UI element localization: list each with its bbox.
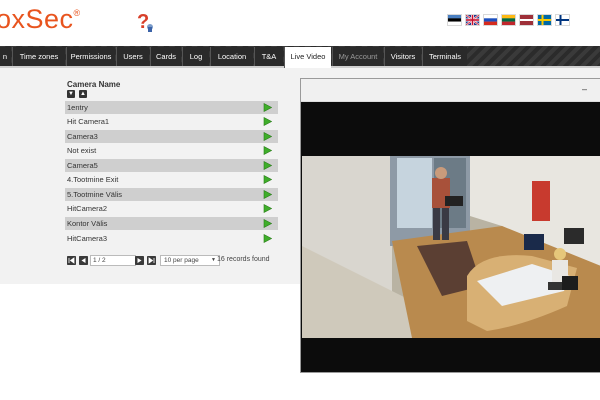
swedish-flag[interactable] — [538, 15, 551, 25]
camera-name: Camera5 — [67, 161, 98, 170]
tab-permissions[interactable]: Permissions — [66, 47, 115, 66]
per-page-select[interactable]: 10 per page ▼ — [160, 255, 220, 266]
language-selector — [448, 15, 569, 25]
tab-location[interactable]: Location — [210, 47, 253, 66]
finnish-flag[interactable] — [556, 15, 569, 25]
tab-cards[interactable]: Cards — [150, 47, 181, 66]
camera-row: HitCamera3 — [65, 232, 278, 245]
camera-row: Kontor Välis — [65, 217, 278, 230]
tab-time-zones[interactable]: Time zones — [12, 47, 65, 66]
camera-row: 1entry — [65, 101, 278, 114]
play-icon[interactable] — [263, 190, 272, 199]
svg-text:?: ? — [137, 11, 149, 32]
play-icon[interactable] — [263, 234, 272, 243]
first-page-icon[interactable] — [67, 256, 76, 265]
play-icon[interactable] — [263, 146, 272, 155]
minimize-button[interactable]: – — [582, 84, 587, 94]
camera-name: 1entry — [67, 103, 88, 112]
camera-name-header: Camera Name — [67, 80, 121, 89]
camera-row: Hit Camera1 — [65, 115, 278, 128]
camera-row: HitCamera2 — [65, 202, 278, 215]
play-icon[interactable] — [263, 132, 272, 141]
latvian-flag[interactable] — [520, 15, 533, 25]
per-page-value: 10 per page — [164, 257, 199, 264]
camera-name: Kontor Välis — [67, 219, 108, 228]
tab-live-video[interactable]: Live Video — [284, 47, 331, 68]
play-icon[interactable] — [263, 161, 272, 170]
tab-terminals[interactable]: Terminals — [422, 47, 467, 66]
camera-name: 5.Tootmine Välis — [67, 190, 123, 199]
prev-page-icon[interactable] — [79, 256, 88, 265]
camera-name: HitCamera2 — [67, 204, 108, 213]
live-video-window: – — [300, 78, 600, 373]
main-nav: n Time zones Permissions Users Cards Log… — [0, 46, 600, 68]
camera-name: HitCamera3 — [67, 234, 108, 243]
estonian-flag[interactable] — [448, 15, 461, 25]
video-window-titlebar[interactable]: – — [301, 79, 600, 102]
camera-row: Camera5 — [65, 159, 278, 172]
camera-name: Camera3 — [67, 132, 98, 141]
tab-partial[interactable]: n — [0, 47, 11, 66]
play-icon[interactable] — [263, 117, 272, 126]
camera-row: Camera3 — [65, 130, 278, 143]
play-icon[interactable] — [263, 175, 272, 184]
sort-down-icon[interactable]: ▼ — [67, 90, 75, 98]
brand-logo: oxSec® — [0, 4, 81, 34]
play-icon[interactable] — [263, 204, 272, 213]
lithuanian-flag[interactable] — [502, 15, 515, 25]
play-icon[interactable] — [263, 103, 272, 112]
tab-users[interactable]: Users — [116, 47, 149, 66]
tab-my-account[interactable]: My Account — [332, 47, 383, 66]
play-icon[interactable] — [263, 219, 272, 228]
camera-name: 4.Tootmine Exit — [67, 175, 119, 184]
page-input[interactable]: 1 / 2 — [90, 255, 136, 266]
russian-flag[interactable] — [484, 15, 497, 25]
camera-row: 5.Tootmine Välis — [65, 188, 278, 201]
tab-visitors[interactable]: Visitors — [384, 47, 421, 66]
tab-ta[interactable]: T&A — [254, 47, 283, 66]
camera-name: Hit Camera1 — [67, 117, 110, 126]
records-count: 16 records found — [217, 256, 270, 263]
tab-log[interactable]: Log — [182, 47, 209, 66]
camera-row: Not exist — [65, 144, 278, 157]
sort-up-icon[interactable]: ▲ — [79, 90, 87, 98]
uk-flag[interactable] — [466, 15, 479, 25]
chevron-down-icon: ▼ — [211, 257, 216, 263]
next-page-icon[interactable] — [135, 256, 144, 265]
camera-name: Not exist — [67, 146, 97, 155]
help-icon[interactable]: ? — [136, 10, 154, 32]
camera-video-feed — [302, 156, 600, 338]
camera-row: 4.Tootmine Exit — [65, 173, 278, 186]
last-page-icon[interactable] — [147, 256, 156, 265]
